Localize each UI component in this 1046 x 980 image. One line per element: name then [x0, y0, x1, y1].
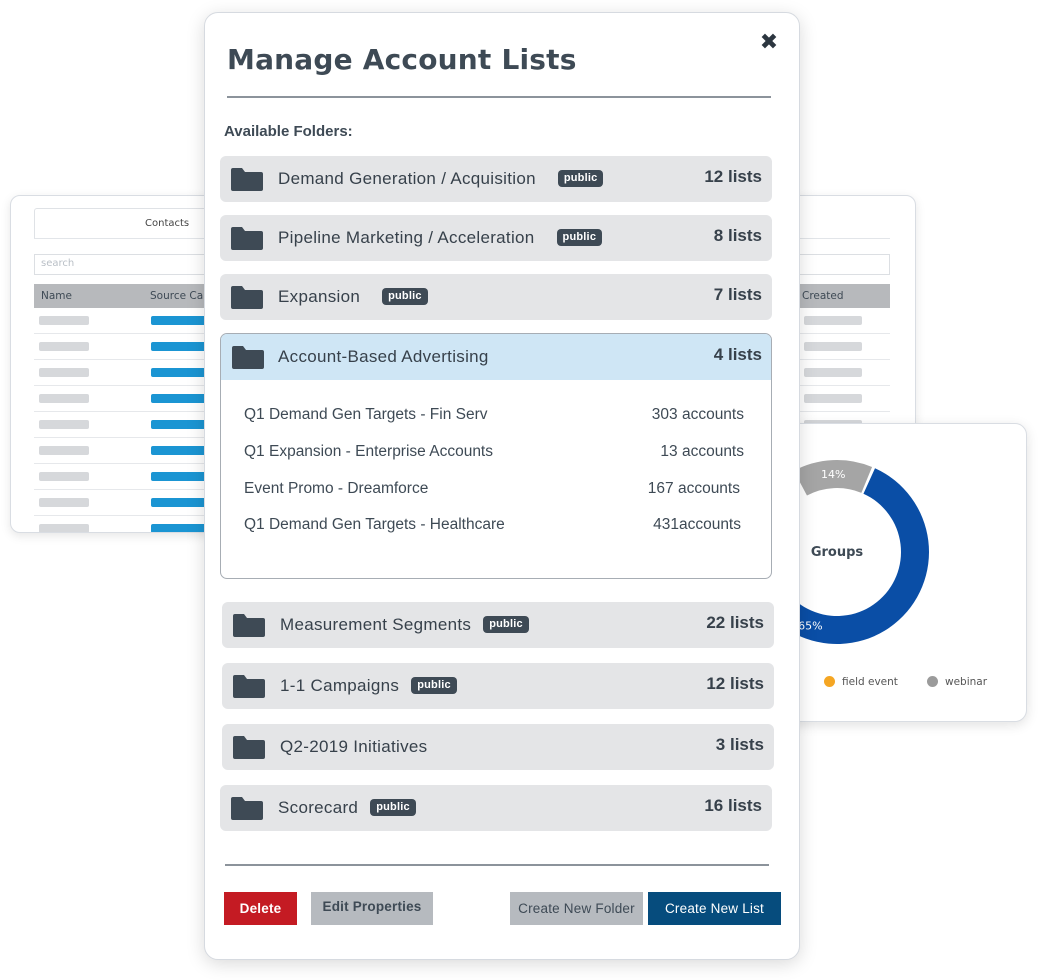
folder-list-count: 8 lists: [713, 226, 762, 245]
folder-name: Scorecard public: [278, 798, 416, 818]
list-name: Q1 Demand Gen Targets - Healthcare: [244, 516, 505, 533]
list-item[interactable]: Event Promo - Dreamforce 167 accounts: [244, 480, 744, 502]
modal-title: Manage Account Lists: [227, 43, 577, 76]
donut-center-label: Groups: [811, 545, 864, 560]
folder-name: Demand Generation / Acquisition public: [278, 169, 604, 189]
public-badge: public: [557, 170, 604, 187]
contacts-tab-label: Contacts: [145, 218, 190, 229]
delete-button[interactable]: Delete: [224, 892, 297, 925]
public-badge: public: [382, 288, 428, 305]
folder-icon: [232, 346, 264, 369]
folder-list-count: 22 lists: [706, 613, 764, 632]
folder-name: Pipeline Marketing / Acceleration public: [278, 228, 603, 248]
folder-list-count: 4 lists: [713, 345, 762, 364]
list-account-count: 431accounts: [653, 516, 741, 533]
legend-dot-icon: [927, 676, 938, 687]
folder-row-scorecard[interactable]: Scorecard public 16 lists: [220, 785, 772, 831]
folder-icon: [233, 675, 265, 698]
folder-name: Expansion public: [278, 287, 428, 307]
list-account-count: 167 accounts: [647, 480, 740, 497]
folder-name: Q2-2019 Initiatives: [280, 737, 428, 756]
folder-list-count: 7 lists: [713, 285, 762, 304]
folder-row-q2-2019-initiatives[interactable]: Q2-2019 Initiatives 3 lists: [222, 724, 774, 770]
folder-row-expansion[interactable]: Expansion public 7 lists: [220, 274, 772, 320]
folder-icon: [231, 227, 263, 250]
folder-icon: [231, 168, 263, 191]
folder-row-measurement-segments[interactable]: Measurement Segments public 22 lists: [222, 602, 774, 648]
edit-properties-button[interactable]: Edit Properties: [311, 892, 433, 925]
public-badge: public: [556, 229, 603, 246]
legend-dot-icon: [824, 676, 835, 687]
title-divider: [227, 96, 771, 98]
folder-row-demand-generation[interactable]: Demand Generation / Acquisition public 12…: [220, 156, 772, 202]
create-new-folder-button[interactable]: Create New Folder: [510, 892, 643, 925]
column-header-created[interactable]: Created: [802, 290, 844, 302]
folder-icon: [231, 797, 263, 820]
folder-list-count: 16 lists: [704, 796, 762, 815]
folder-name: Measurement Segments public: [280, 615, 529, 635]
contacts-tab[interactable]: Contacts 31: [34, 208, 230, 239]
folder-icon: [231, 286, 263, 309]
column-header-source[interactable]: Source Ca: [150, 290, 203, 302]
folder-name: 1-1 Campaigns public: [280, 676, 457, 696]
folder-row-1-1-campaigns[interactable]: 1-1 Campaigns public 12 lists: [222, 663, 774, 709]
footer-divider: [225, 864, 769, 866]
close-icon[interactable]: ✖: [757, 31, 781, 55]
list-account-count: 303 accounts: [651, 406, 744, 423]
groups-donut-chart: Groups 14% 65%: [771, 460, 929, 644]
public-badge: public: [483, 616, 529, 633]
manage-account-lists-modal: Manage Account Lists ✖ Available Folders…: [204, 12, 800, 960]
legend-webinar: webinar: [927, 676, 987, 688]
folder-list-count: 12 lists: [704, 167, 762, 186]
list-item[interactable]: Q1 Expansion - Enterprise Accounts 13 ac…: [244, 443, 744, 465]
legend-label: field event: [842, 676, 898, 688]
expanded-folder-account-based-advertising: Account-Based Advertising 4 lists Q1 Dem…: [220, 333, 772, 579]
available-folders-label: Available Folders:: [224, 123, 353, 140]
legend-label: webinar: [945, 676, 988, 688]
list-name: Q1 Demand Gen Targets - Fin Serv: [244, 406, 488, 423]
folder-row-account-based-advertising[interactable]: Account-Based Advertising 4 lists: [221, 334, 771, 380]
public-badge: public: [411, 677, 457, 694]
list-name: Event Promo - Dreamforce: [244, 480, 429, 497]
list-item[interactable]: Q1 Demand Gen Targets - Healthcare 431ac…: [244, 516, 744, 538]
background-groups-donut-card: Groups 14% 65% field event webinar: [770, 423, 1027, 722]
slice-label-webinar: 14%: [821, 468, 845, 481]
list-name: Q1 Expansion - Enterprise Accounts: [244, 443, 493, 460]
column-header-name[interactable]: Name: [41, 290, 72, 302]
folder-icon: [233, 736, 265, 759]
slice-label-main: 65%: [798, 619, 822, 632]
create-new-list-button[interactable]: Create New List: [648, 892, 781, 925]
public-badge: public: [370, 799, 416, 816]
legend-field-event: field event: [824, 676, 898, 688]
folder-name: Account-Based Advertising: [278, 347, 489, 366]
list-account-count: 13 accounts: [660, 443, 744, 460]
folder-row-pipeline-marketing[interactable]: Pipeline Marketing / Acceleration public …: [220, 215, 772, 261]
folder-list-count: 3 lists: [715, 735, 764, 754]
list-item[interactable]: Q1 Demand Gen Targets - Fin Serv 303 acc…: [244, 406, 744, 428]
folder-icon: [233, 614, 265, 637]
folder-list-count: 12 lists: [706, 674, 764, 693]
